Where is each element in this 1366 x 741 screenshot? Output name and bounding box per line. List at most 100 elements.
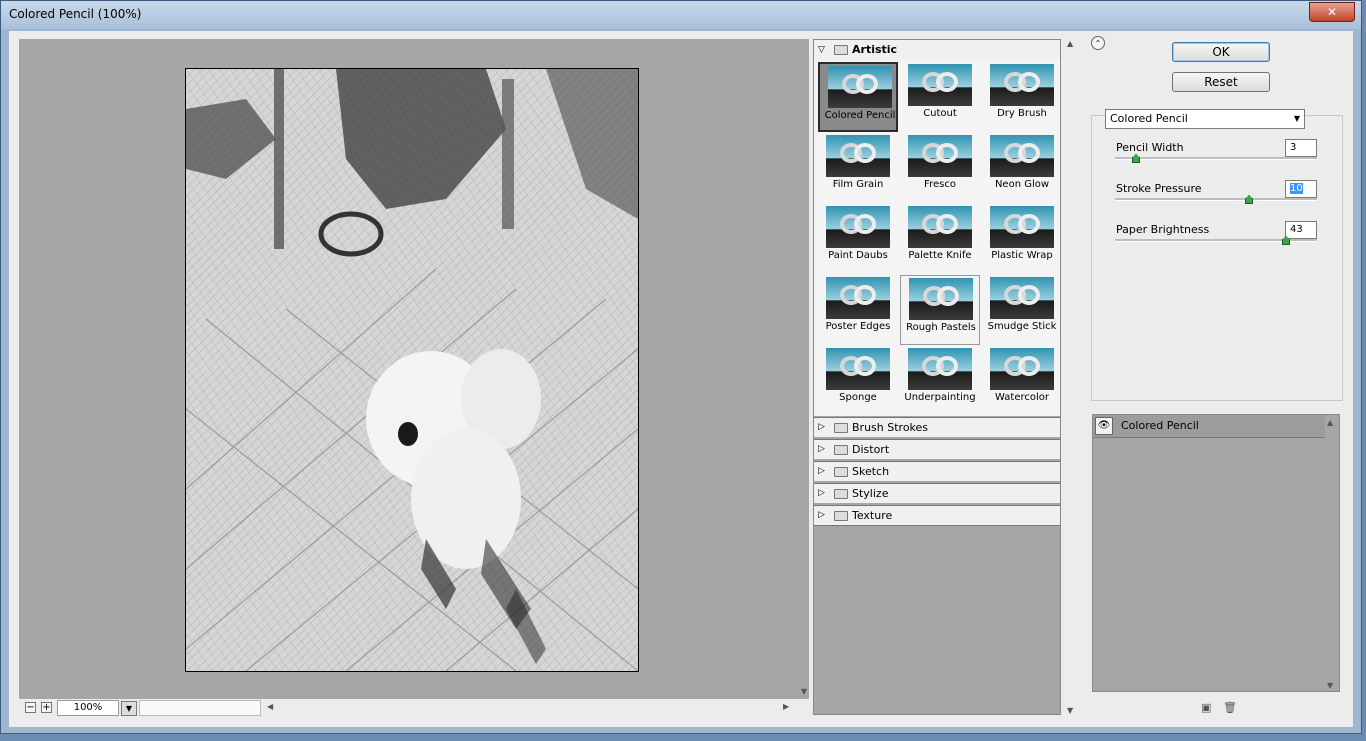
preview-pane[interactable]: ▼: [19, 39, 809, 703]
eye-icon[interactable]: 👁: [1095, 417, 1113, 435]
category-label: Distort: [852, 443, 890, 456]
filter-thumb-dry-brush[interactable]: Dry Brush: [982, 62, 1062, 132]
expanded-triangle-icon[interactable]: ▽: [818, 45, 825, 55]
filter-select-value: Colored Pencil: [1110, 112, 1188, 125]
filter-thumb-rough-pastels[interactable]: Rough Pastels: [900, 275, 980, 345]
filter-preview-icon: [990, 348, 1054, 390]
filter-thumb-label: Neon Glow: [994, 179, 1050, 190]
ring-shape: [854, 285, 876, 305]
ring-shape: [1018, 214, 1040, 234]
filter-thumb-cutout[interactable]: Cutout: [900, 62, 980, 132]
filter-thumb-underpainting[interactable]: Underpainting: [900, 346, 980, 416]
filter-thumb-colored-pencil[interactable]: Colored Pencil: [818, 62, 898, 132]
scroll-up-icon[interactable]: ▲: [1327, 418, 1333, 427]
filter-thumb-paint-daubs[interactable]: Paint Daubs: [818, 204, 898, 274]
param-value-input[interactable]: 3: [1285, 139, 1317, 157]
zoom-dropdown-icon[interactable]: ▼: [121, 701, 137, 716]
filter-preview-icon: [990, 135, 1054, 177]
param-value-input[interactable]: 10: [1285, 180, 1317, 198]
ring-shape: [854, 214, 876, 234]
collapsed-triangle-icon[interactable]: ▷: [818, 466, 825, 476]
folder-icon: [834, 511, 848, 521]
filter-thumb-fresco[interactable]: Fresco: [900, 133, 980, 203]
ring-shape: [1018, 72, 1040, 92]
filter-preview-icon: [826, 135, 890, 177]
ring-shape: [937, 286, 959, 306]
zoom-field[interactable]: 100%: [57, 700, 119, 716]
collapse-gallery-button[interactable]: ⌃: [1091, 36, 1105, 50]
filter-thumb-label: Plastic Wrap: [991, 250, 1053, 261]
dropdown-arrow-icon[interactable]: ▼: [1294, 110, 1300, 128]
collapsed-triangle-icon[interactable]: ▷: [818, 488, 825, 498]
filter-preview-icon: [908, 135, 972, 177]
filter-thumb-smudge-stick[interactable]: Smudge Stick: [982, 275, 1062, 345]
filter-thumbnails: Colored Pencil Cutout Dry Brush Film Grain F…: [814, 60, 1060, 416]
effect-layers-panel: 👁 Colored Pencil: [1092, 414, 1340, 692]
filter-thumb-label: Paint Daubs: [828, 250, 888, 261]
collapsed-triangle-icon[interactable]: ▷: [818, 422, 825, 432]
category-distort[interactable]: ▷ Distort: [814, 439, 1060, 459]
ok-button[interactable]: OK: [1172, 42, 1270, 62]
scroll-down-icon[interactable]: ▼: [1067, 706, 1073, 715]
scroll-up-icon[interactable]: ▲: [1067, 39, 1073, 48]
window-title: Colored Pencil (100%): [9, 7, 142, 21]
filter-thumb-poster-edges[interactable]: Poster Edges: [818, 275, 898, 345]
category-sketch[interactable]: ▷ Sketch: [814, 461, 1060, 481]
scroll-right-icon[interactable]: ▶: [783, 702, 789, 711]
category-artistic[interactable]: ▽ Artistic: [814, 40, 1060, 60]
filter-preview-icon: [908, 64, 972, 106]
scroll-down-icon[interactable]: ▼: [1327, 681, 1333, 690]
param-value-input[interactable]: 43: [1285, 221, 1317, 239]
dialog-client: ▼ − + 100% ▼ ◀ ▶ ▽ Artistic Colored Penc…: [9, 31, 1353, 727]
category-brush-strokes[interactable]: ▷ Brush Strokes: [814, 417, 1060, 437]
filter-preview-icon: [908, 348, 972, 390]
new-effect-layer-icon[interactable]: ▣: [1201, 701, 1211, 714]
filter-thumb-label: Poster Edges: [825, 321, 891, 332]
filter-preview-icon: [826, 206, 890, 248]
collapsed-triangle-icon[interactable]: ▷: [818, 444, 825, 454]
zoom-out-button[interactable]: −: [25, 702, 36, 713]
filter-thumb-sponge[interactable]: Sponge: [818, 346, 898, 416]
filter-thumb-palette-knife[interactable]: Palette Knife: [900, 204, 980, 274]
zoom-in-button[interactable]: +: [41, 702, 52, 713]
collapsed-triangle-icon[interactable]: ▷: [818, 510, 825, 520]
folder-icon: [834, 467, 848, 477]
category-stylize[interactable]: ▷ Stylize: [814, 483, 1060, 503]
param-slider-track[interactable]: [1115, 157, 1317, 160]
filter-thumb-film-grain[interactable]: Film Grain: [818, 133, 898, 203]
filter-preview-icon: [826, 277, 890, 319]
param-label: Paper Brightness: [1116, 223, 1210, 236]
effect-layer-name: Colored Pencil: [1121, 419, 1199, 432]
horizontal-scrollbar[interactable]: [139, 700, 261, 716]
category-texture[interactable]: ▷ Texture: [814, 505, 1060, 526]
reset-button[interactable]: Reset: [1172, 72, 1270, 92]
gallery-scrollbar[interactable]: ▲ ▼: [1065, 39, 1079, 715]
filter-preview-icon: [990, 64, 1054, 106]
layers-scrollbar[interactable]: ▲ ▼: [1325, 414, 1339, 692]
ring-shape: [1018, 143, 1040, 163]
preview-scroll-down-icon[interactable]: ▼: [801, 687, 807, 696]
param-slider-track[interactable]: [1115, 198, 1317, 201]
title-bar[interactable]: Colored Pencil (100%) ✕: [1, 1, 1361, 29]
param-value: 3: [1290, 142, 1297, 153]
close-button[interactable]: ✕: [1309, 2, 1355, 22]
filter-thumb-label: Smudge Stick: [987, 321, 1057, 332]
folder-icon: [834, 489, 848, 499]
effect-layer[interactable]: 👁 Colored Pencil: [1093, 415, 1325, 438]
ring-shape: [854, 356, 876, 376]
delete-effect-layer-icon[interactable]: 🗑: [1223, 701, 1237, 714]
filter-select[interactable]: Colored Pencil ▼: [1105, 109, 1305, 129]
filter-preview-icon: [909, 278, 973, 320]
filter-thumb-watercolor[interactable]: Watercolor: [982, 346, 1062, 416]
scroll-left-icon[interactable]: ◀: [267, 702, 273, 711]
ring-shape: [936, 143, 958, 163]
filter-thumb-label: Fresco: [924, 179, 956, 190]
category-label: Artistic: [852, 43, 898, 56]
filter-thumb-label: Colored Pencil: [824, 110, 896, 121]
preview-image[interactable]: [185, 68, 639, 672]
filter-gallery-window: Colored Pencil (100%) ✕ ▼ − + 100% ▼ ◀ ▶…: [0, 0, 1362, 734]
filter-thumb-neon-glow[interactable]: Neon Glow: [982, 133, 1062, 203]
filter-gallery: ▽ Artistic Colored Pencil Cutout Dry Brush…: [813, 39, 1061, 715]
filter-thumb-plastic-wrap[interactable]: Plastic Wrap: [982, 204, 1062, 274]
ring-shape: [856, 74, 878, 94]
